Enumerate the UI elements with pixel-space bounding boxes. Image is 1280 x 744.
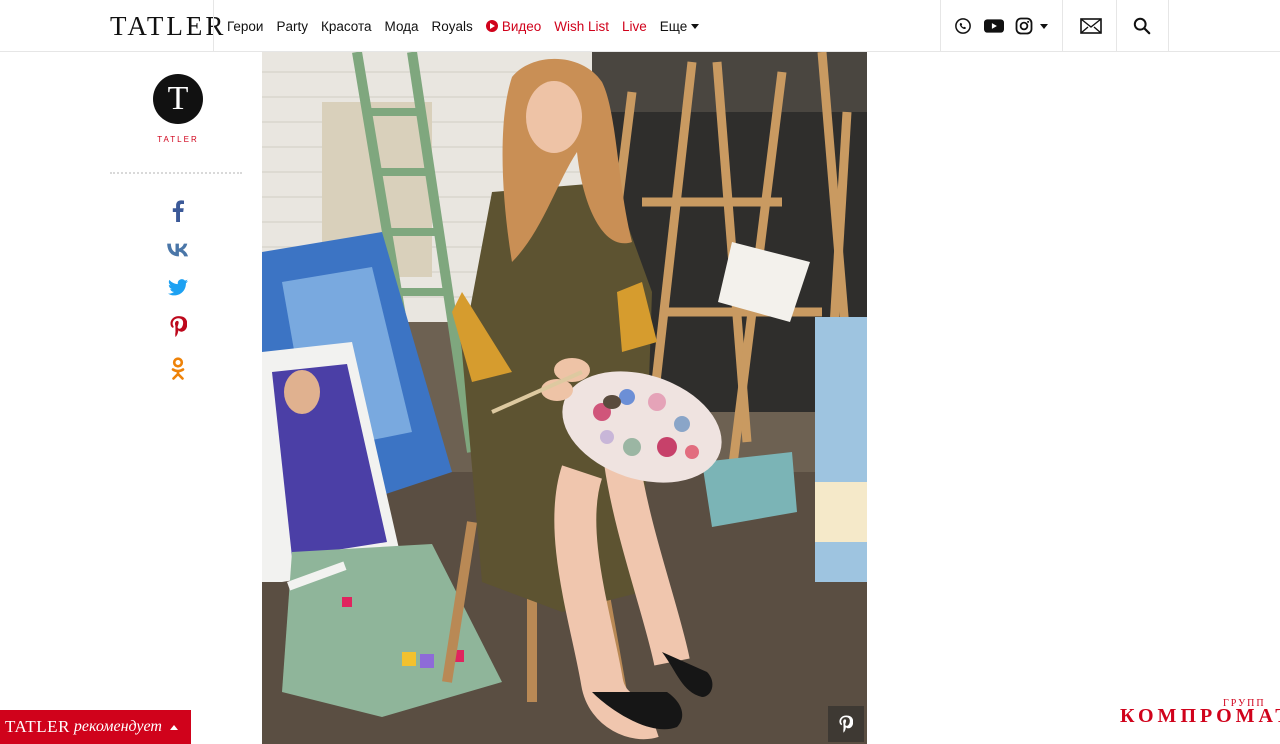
article-photo (262, 52, 867, 744)
facebook-icon[interactable] (165, 199, 191, 223)
header-divider (1168, 0, 1169, 52)
header-divider (1062, 0, 1063, 52)
chevron-up-icon (169, 724, 178, 730)
instagram-icon[interactable] (1014, 16, 1034, 36)
nav-item-more-label: Еще (659, 18, 688, 34)
nav-item-party[interactable]: Party (276, 19, 308, 34)
search-icon[interactable] (1132, 16, 1152, 36)
watermark-main: КОМПРОМАТ (1120, 705, 1280, 727)
site-logo[interactable]: TATLER (110, 12, 226, 40)
brand-caption: TATLER (157, 135, 199, 144)
nav-item-royals[interactable]: Royals (432, 19, 473, 34)
chevron-down-icon (691, 24, 700, 29)
recommend-text: рекомендует (73, 718, 162, 735)
twitter-icon[interactable] (165, 275, 191, 299)
main-nav: Герои Party Красота Мода Royals Видео Wi… (227, 0, 700, 52)
vk-icon[interactable] (165, 238, 191, 262)
nav-item-wishlist[interactable]: Wish List (554, 19, 609, 34)
nav-item-more[interactable]: Еще (659, 18, 700, 34)
header-divider (213, 0, 214, 52)
recommend-brand: TATLER (5, 717, 70, 736)
nav-item-heroes[interactable]: Герои (227, 19, 263, 34)
sidebar-divider (110, 172, 242, 174)
nav-item-video[interactable]: Видео (485, 18, 542, 34)
nav-item-live[interactable]: Live (622, 19, 647, 34)
viber-icon[interactable] (953, 16, 973, 36)
chevron-down-icon[interactable] (1038, 16, 1050, 36)
pinterest-icon[interactable] (165, 314, 191, 338)
recommend-tab[interactable]: TATLER рекомендует (0, 710, 191, 744)
nav-item-beauty[interactable]: Красота (321, 19, 372, 34)
site-header: TATLER Герои Party Красота Мода Royals В… (0, 0, 1280, 52)
odnoklassniki-icon[interactable] (165, 356, 191, 380)
header-divider (940, 0, 941, 52)
brand-badge[interactable]: T (153, 74, 203, 124)
pin-button[interactable] (828, 706, 864, 742)
nav-item-fashion[interactable]: Мода (385, 19, 419, 34)
youtube-icon[interactable] (984, 16, 1004, 36)
mail-icon[interactable] (1079, 16, 1103, 36)
play-icon (485, 20, 498, 32)
header-divider (1116, 0, 1117, 52)
nav-item-video-label: Видео (501, 18, 542, 34)
